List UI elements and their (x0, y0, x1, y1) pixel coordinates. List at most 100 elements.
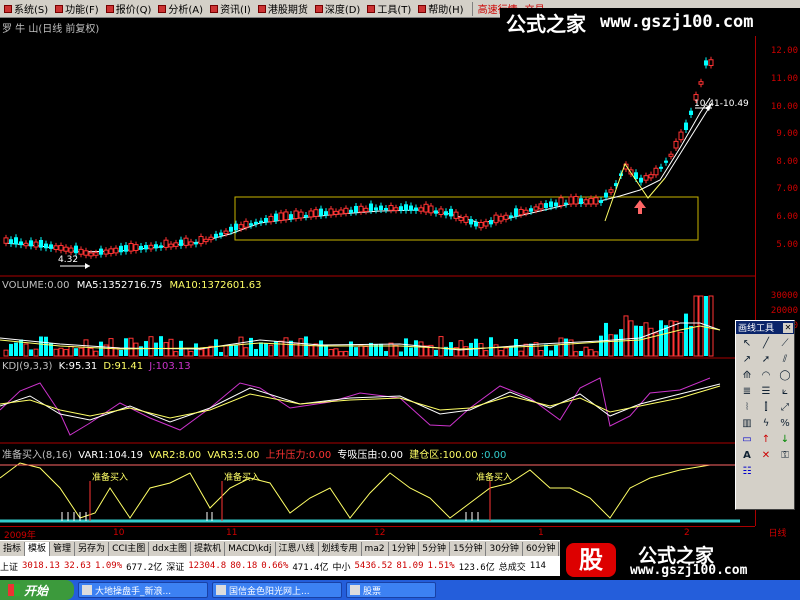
delete-icon[interactable]: ✕ (757, 448, 775, 463)
volume-bar (229, 345, 233, 356)
menu-analysis[interactable]: 分析(A) (156, 1, 205, 17)
candle-body (128, 243, 134, 252)
taskbar-item[interactable]: 大地操盘手_新浪... (78, 582, 208, 598)
candle-body (428, 205, 434, 214)
sz-name: 深证 (166, 562, 185, 573)
lock-icon[interactable]: ⚿ (776, 448, 794, 463)
tab-9[interactable]: 划线专用 (319, 541, 362, 556)
ray-icon[interactable]: ↗ (738, 352, 756, 367)
candle-body (219, 232, 223, 236)
volume-bar (319, 340, 323, 356)
taskbar-item[interactable]: 股票 (346, 582, 436, 598)
tab-5[interactable]: ddx主图 (149, 541, 192, 556)
gann-icon[interactable]: ≣ (738, 384, 756, 399)
volume-bar (614, 334, 618, 356)
bars-icon[interactable]: ▥ (738, 416, 756, 431)
tab-13[interactable]: 15分钟 (450, 541, 487, 556)
drawing-tools-panel[interactable]: 画线工具 ✕ ↖ ╱ ⟋ ↗ ➚ ⫽ ⟰ ◠ ◯ ≣ ☰ ⟀ ⦚ ⫿ ⤢ ▥ ϟ… (735, 320, 795, 510)
x-tick: 12 (374, 528, 386, 538)
volume-bar (673, 320, 679, 357)
candle-body (163, 239, 169, 248)
tab-14[interactable]: 30分钟 (486, 541, 523, 556)
volume-bar (194, 343, 198, 356)
down-arrow-icon[interactable]: ↓ (776, 432, 794, 447)
drawing-tools-titlebar[interactable]: 画线工具 ✕ (736, 321, 794, 334)
tab-12[interactable]: 5分钟 (419, 541, 451, 556)
rect-icon[interactable]: ▭ (738, 432, 756, 447)
up-arrow-icon[interactable]: ↑ (757, 432, 775, 447)
volume-bar (573, 351, 579, 357)
candle-body (668, 153, 674, 157)
spiral-icon[interactable]: ϟ (757, 416, 775, 431)
candle-body (179, 239, 183, 246)
percent-icon[interactable]: % (776, 416, 794, 431)
text-icon[interactable]: A (738, 448, 756, 463)
tab-10[interactable]: ma2 (362, 541, 389, 556)
volume-bar (243, 347, 249, 357)
fan-icon[interactable]: ⟀ (776, 384, 794, 399)
tab-15[interactable]: 60分钟 (523, 541, 560, 556)
tab-1[interactable]: 模板 (25, 541, 51, 556)
tab-11[interactable]: 1分钟 (389, 541, 420, 556)
tab-2[interactable]: 管理 (50, 541, 76, 556)
quote-icon (105, 4, 114, 13)
volume-bar (434, 349, 438, 356)
menu-help[interactable]: 帮助(H) (416, 1, 465, 17)
candle-body (298, 211, 304, 219)
circle-icon[interactable]: ◯ (776, 368, 794, 383)
line-icon[interactable]: ╱ (757, 336, 775, 351)
tab-7[interactable]: MACD\kdj (225, 541, 276, 556)
fib-icon[interactable]: ☰ (757, 384, 775, 399)
volume-bar (333, 348, 339, 357)
function-icon (55, 4, 64, 13)
taskbar-item-label: 大地操盘手_新浪... (95, 586, 172, 597)
close-icon[interactable]: ✕ (783, 322, 793, 333)
menu-info[interactable]: 资讯(I) (208, 1, 253, 17)
candle-body (254, 221, 258, 225)
candle-body (183, 237, 189, 246)
candle-body (53, 245, 59, 251)
tab-8[interactable]: 江恩八线 (276, 541, 319, 556)
channel-icon[interactable]: ⟰ (738, 368, 756, 383)
volume-bar (68, 345, 74, 357)
tab-6[interactable]: 提款机 (191, 541, 226, 556)
candle-body (698, 81, 704, 85)
tab-4[interactable]: CCI主图 (109, 541, 150, 556)
candle-body (338, 209, 344, 215)
cycle-icon[interactable]: ⦚ (738, 400, 756, 415)
volume-bar (249, 337, 253, 356)
candle-body (39, 239, 43, 248)
cursor-icon[interactable]: ↖ (738, 336, 756, 351)
parallel-icon[interactable]: ⫽ (776, 352, 794, 367)
volume-bar (564, 338, 568, 356)
tab-0[interactable]: 指标 (0, 541, 26, 556)
taskbar-item[interactable]: 国信金色阳光网上... (212, 582, 342, 598)
segment-icon[interactable]: ⟋ (776, 336, 794, 351)
tab-3[interactable]: 另存为 (75, 541, 110, 556)
menu-label: 帮助(H) (428, 5, 464, 16)
candle-body (289, 214, 293, 220)
menu-system[interactable]: 系统(S) (2, 1, 50, 17)
menu-quote[interactable]: 报价(Q) (104, 1, 154, 17)
candle-body (328, 208, 334, 216)
list-icon[interactable]: ☷ (738, 464, 756, 479)
volume-bar (214, 339, 218, 356)
menu-tools[interactable]: 工具(T) (365, 1, 413, 17)
menu-depth[interactable]: 深度(D) (313, 1, 363, 17)
arc-icon[interactable]: ◠ (757, 368, 775, 383)
period-icon[interactable]: ⫿ (757, 400, 775, 415)
candle-body (469, 219, 473, 225)
menu-hk-futures[interactable]: 港股期货 (256, 1, 310, 17)
speed-icon[interactable]: ⤢ (776, 400, 794, 415)
volume-bar (509, 346, 513, 356)
candle-body (444, 211, 448, 216)
candle-body (243, 220, 249, 228)
volume-bar (483, 350, 489, 357)
start-button[interactable]: 开始 (0, 580, 74, 600)
menu-function[interactable]: 功能(F) (53, 1, 101, 17)
volume-bar (304, 336, 308, 356)
volume-bar (689, 325, 693, 356)
arrow-line-icon[interactable]: ➚ (757, 352, 775, 367)
volume-bar (119, 349, 123, 356)
volume-bar (3, 349, 9, 357)
